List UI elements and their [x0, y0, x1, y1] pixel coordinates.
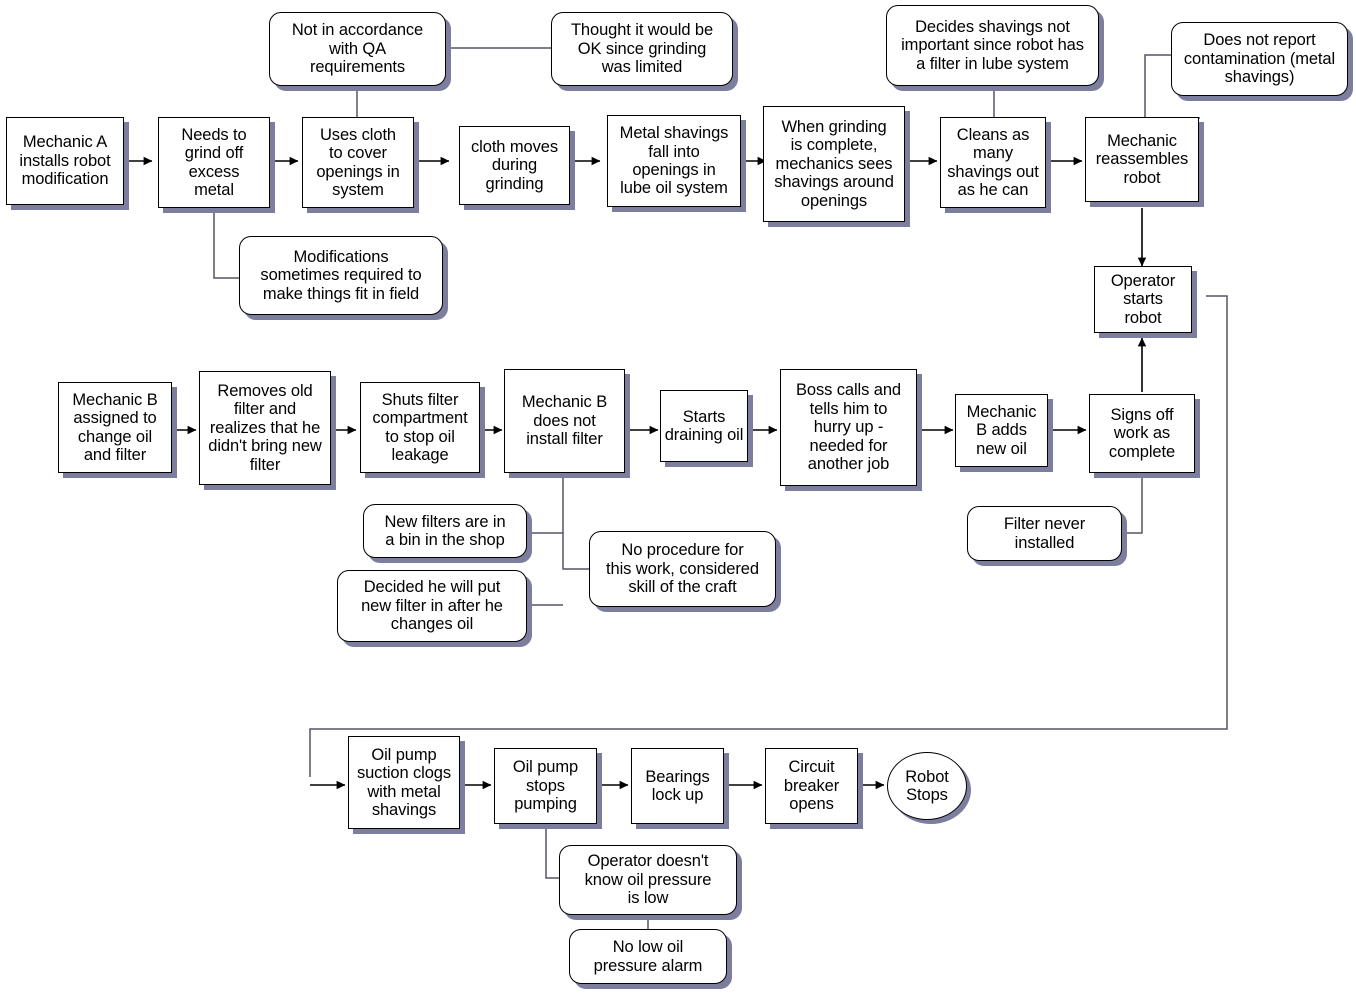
callout-label: Modifications sometimes required to make… [260, 247, 422, 303]
callout-decides-shavings-not-important[interactable]: Decides shavings not important since rob… [886, 5, 1099, 86]
callout-label: Decided he will put new filter in after … [361, 578, 503, 634]
callout-label: Thought it would be OK since grinding wa… [570, 21, 714, 77]
node-mechanic-b-assigned-to-change-oil[interactable]: Mechanic B assigned to change oil and fi… [58, 382, 172, 473]
node-label: Oil pump suction clogs with metal shavin… [356, 745, 452, 819]
node-mechanic-a-installs-robot-modification[interactable]: Mechanic A installs robot modification [6, 117, 124, 205]
node-label: cloth moves during grinding [471, 137, 558, 193]
node-label: Mechanic B assigned to change oil and fi… [72, 390, 158, 464]
node-uses-cloth-to-cover-openings[interactable]: Uses cloth to cover openings in system [302, 117, 414, 208]
node-circuit-breaker-opens[interactable]: Circuit breaker opens [765, 748, 858, 824]
node-label: Mechanic B does not install filter [521, 393, 608, 449]
node-label: Mechanic B adds new oil [966, 402, 1037, 458]
node-oil-pump-suction-clogs[interactable]: Oil pump suction clogs with metal shavin… [348, 736, 460, 829]
node-label: Metal shavings fall into openings in lub… [619, 124, 729, 198]
callout-thought-it-would-be-ok[interactable]: Thought it would be OK since grinding wa… [551, 12, 733, 86]
node-label: Robot Stops [905, 767, 949, 804]
node-starts-draining-oil[interactable]: Starts draining oil [660, 390, 748, 462]
callout-not-in-accordance-with-qa[interactable]: Not in accordance with QA requirements [269, 12, 446, 86]
callout-new-filters-in-bin[interactable]: New filters are in a bin in the shop [363, 504, 527, 558]
node-label: Mechanic A installs robot modification [19, 133, 111, 189]
node-mechanic-sees-shavings-around-openings[interactable]: When grinding is complete, mechanics see… [763, 106, 905, 222]
callout-no-procedure-skill-of-craft[interactable]: No procedure for this work, considered s… [589, 531, 776, 607]
node-label: Needs to grind off excess metal [181, 125, 247, 199]
node-cleans-as-many-shavings-out[interactable]: Cleans as many shavings out as he can [940, 117, 1046, 208]
node-label: Shuts filter compartment to stop oil lea… [372, 390, 468, 464]
node-label: Mechanic reassembles robot [1095, 131, 1189, 187]
node-label: Starts draining oil [664, 407, 744, 444]
callout-modifications-sometimes-required[interactable]: Modifications sometimes required to make… [239, 236, 443, 315]
node-boss-calls-hurry-up[interactable]: Boss calls and tells him to hurry up - n… [780, 369, 917, 486]
callout-label: Decides shavings not important since rob… [901, 17, 1084, 73]
node-label: Signs off work as complete [1108, 405, 1176, 461]
callout-label: Does not report contamination (metal sha… [1183, 31, 1336, 87]
node-label: Bearings lock up [645, 767, 710, 804]
node-oil-pump-stops-pumping[interactable]: Oil pump stops pumping [494, 748, 597, 824]
node-removes-old-filter-no-new-filter[interactable]: Removes old filter and realizes that he … [199, 371, 331, 485]
callout-label: No procedure for this work, considered s… [606, 541, 759, 597]
callout-no-low-oil-pressure-alarm[interactable]: No low oil pressure alarm [569, 929, 727, 984]
node-label: Oil pump stops pumping [512, 758, 579, 814]
node-label: Operator starts robot [1110, 271, 1176, 327]
node-label: Boss calls and tells him to hurry up - n… [796, 381, 901, 474]
node-operator-starts-robot[interactable]: Operator starts robot [1094, 266, 1192, 333]
node-bearings-lock-up[interactable]: Bearings lock up [631, 748, 724, 824]
callout-label: New filters are in a bin in the shop [384, 512, 506, 549]
node-signs-off-work-as-complete[interactable]: Signs off work as complete [1089, 394, 1195, 473]
callout-operator-doesnt-know-oil-pressure[interactable]: Operator doesn't know oil pressure is lo… [559, 845, 737, 915]
node-label: Circuit breaker opens [783, 758, 840, 814]
callout-filter-never-installed[interactable]: Filter never installed [967, 506, 1122, 561]
flowchart-canvas: Mechanic A installs robot modification N… [0, 0, 1356, 994]
node-mechanic-b-adds-new-oil[interactable]: Mechanic B adds new oil [955, 394, 1048, 467]
node-mechanic-reassembles-robot[interactable]: Mechanic reassembles robot [1085, 117, 1199, 202]
node-cloth-moves-during-grinding[interactable]: cloth moves during grinding [459, 126, 570, 205]
node-needs-to-grind-off-excess-metal[interactable]: Needs to grind off excess metal [158, 117, 270, 208]
callout-label: Not in accordance with QA requirements [291, 21, 424, 77]
node-label: Cleans as many shavings out as he can [947, 125, 1039, 199]
node-label: Removes old filter and realizes that he … [208, 381, 322, 474]
node-label: Uses cloth to cover openings in system [316, 125, 400, 199]
callout-decided-to-put-new-filter-after-oil[interactable]: Decided he will put new filter in after … [337, 570, 527, 642]
node-shuts-filter-compartment[interactable]: Shuts filter compartment to stop oil lea… [360, 382, 480, 473]
node-mechanic-b-does-not-install-filter[interactable]: Mechanic B does not install filter [504, 369, 625, 473]
callout-label: Operator doesn't know oil pressure is lo… [584, 852, 712, 908]
node-label: When grinding is complete, mechanics see… [774, 117, 894, 210]
callout-label: No low oil pressure alarm [593, 938, 703, 975]
node-metal-shavings-fall-into-openings[interactable]: Metal shavings fall into openings in lub… [607, 115, 741, 207]
callout-label: Filter never installed [1003, 515, 1086, 552]
callout-does-not-report-contamination[interactable]: Does not report contamination (metal sha… [1171, 22, 1348, 96]
node-robot-stops[interactable]: Robot Stops [887, 752, 967, 820]
